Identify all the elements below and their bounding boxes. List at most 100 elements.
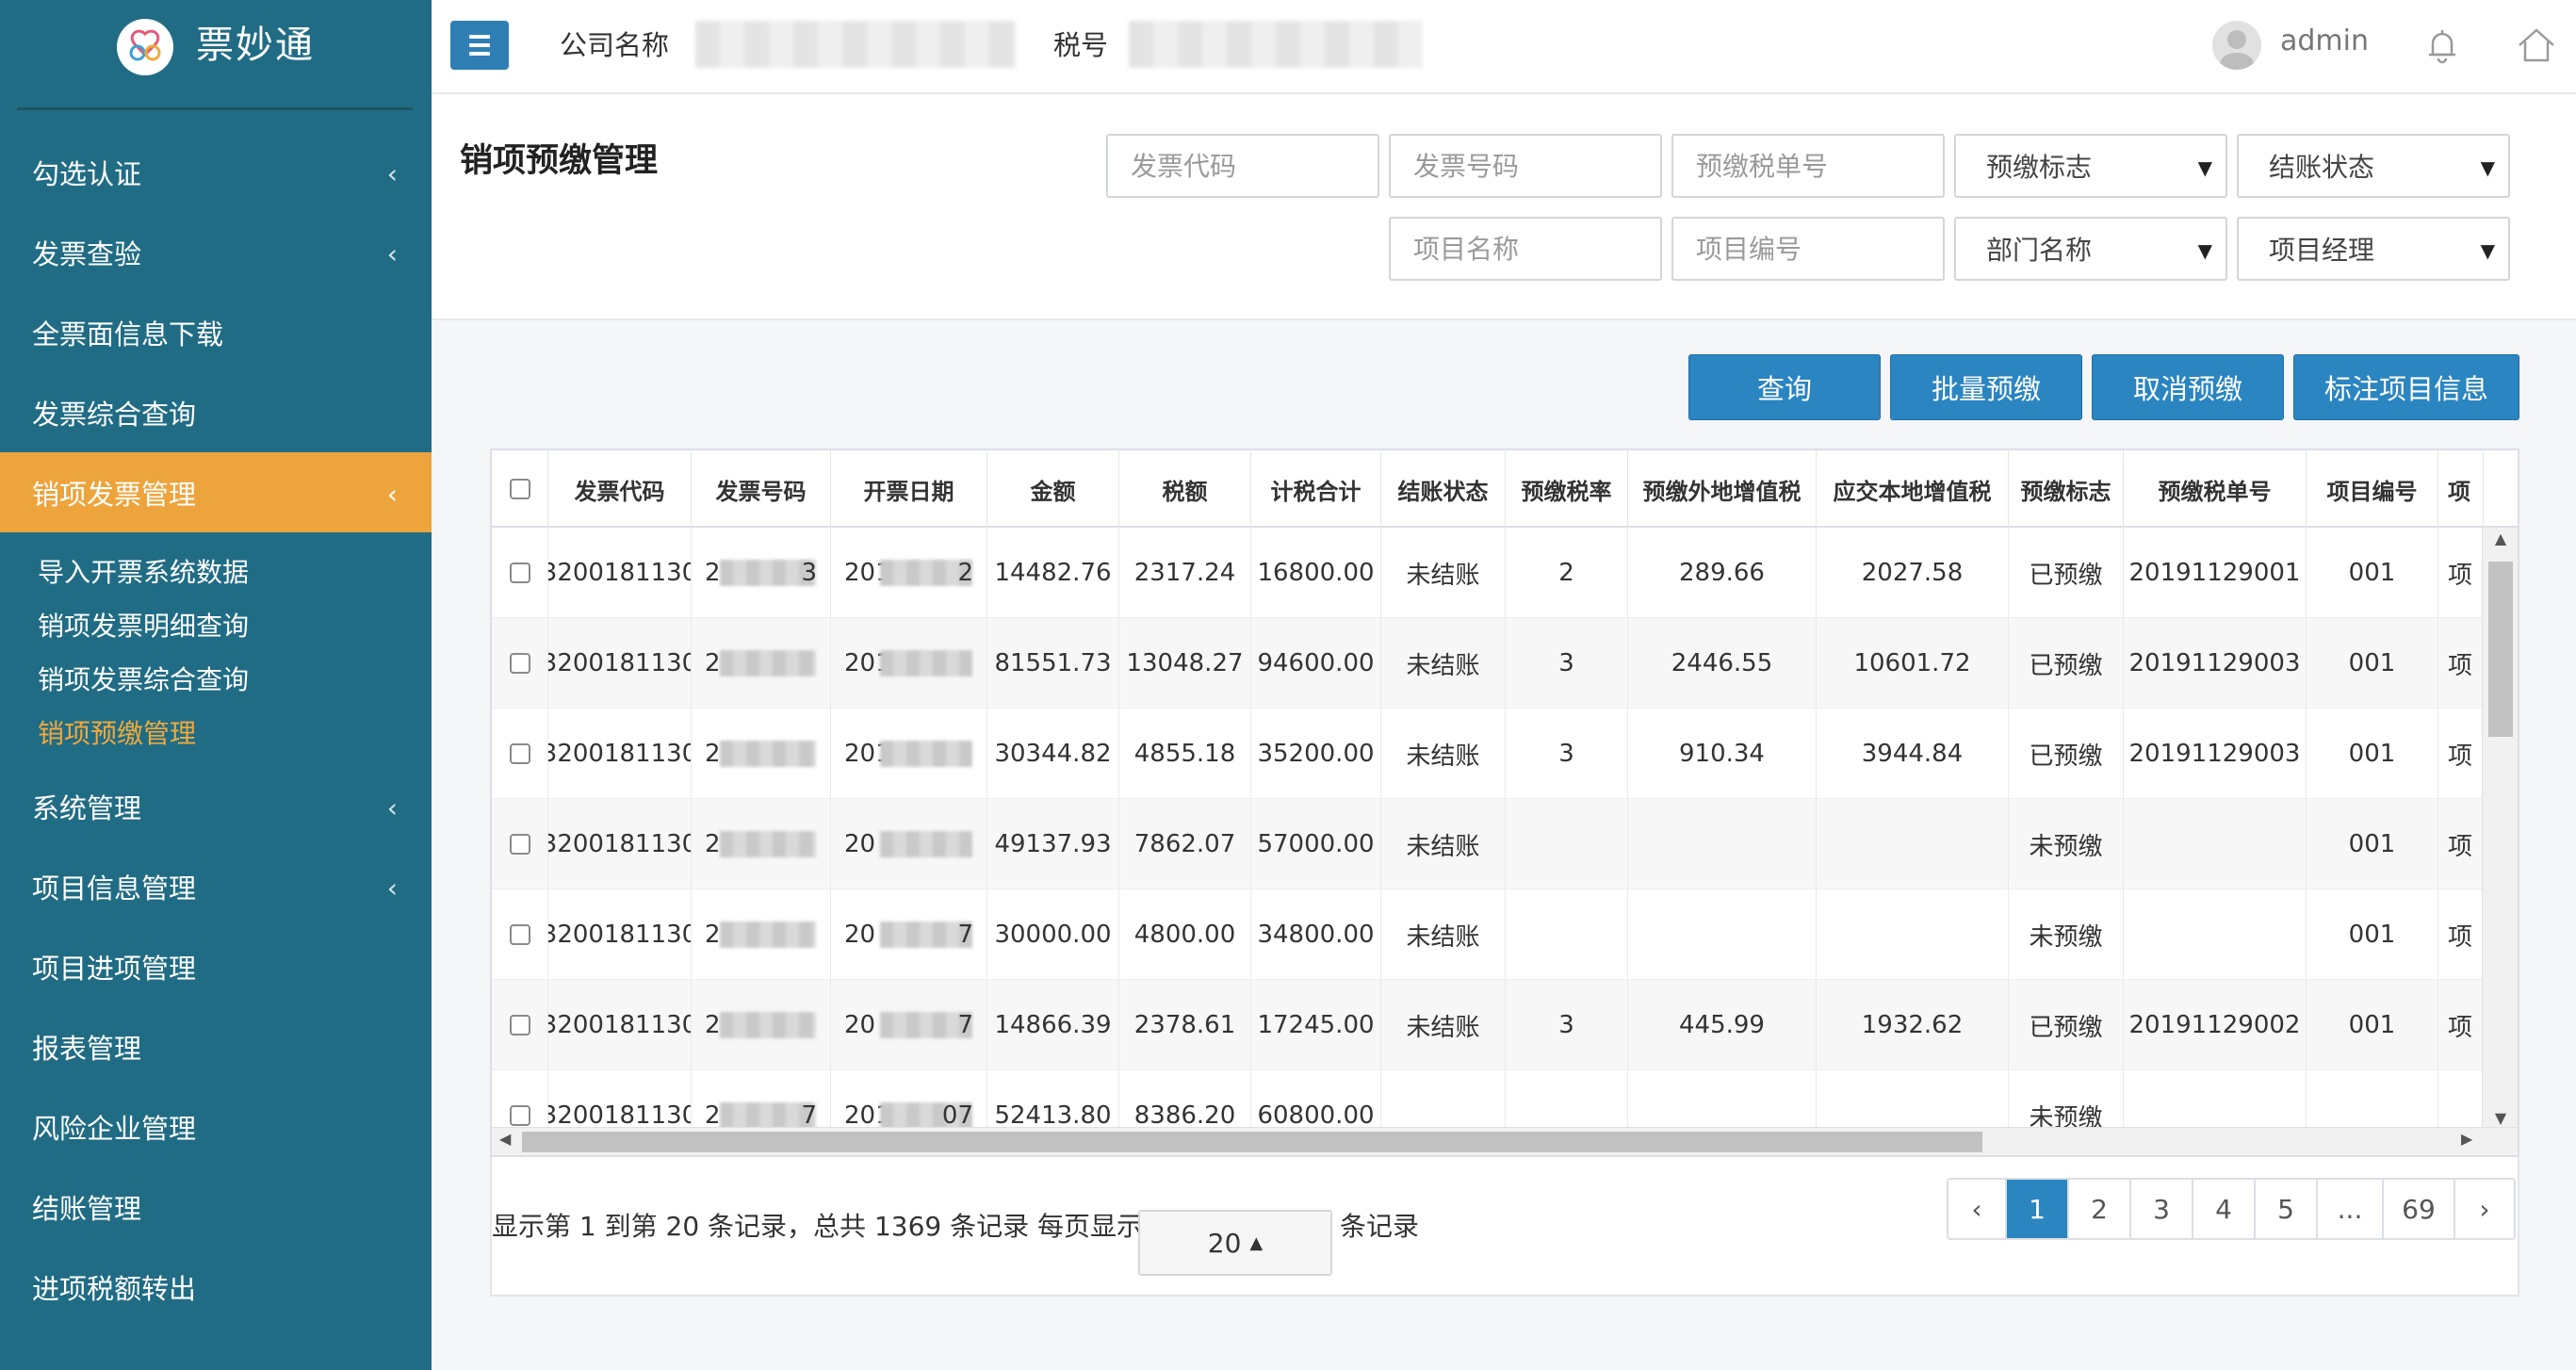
column-header[interactable]: 项目编号 (2307, 450, 2438, 528)
page-size-value: 20 (1207, 1227, 1242, 1259)
sidebar-item-tax-transfer[interactable]: 进项税额转出 (0, 1247, 432, 1327)
sidebar-item-settlement[interactable]: 结账管理 (0, 1166, 432, 1247)
cell-total: 60800.00 (1251, 1070, 1381, 1131)
invoice-code-input[interactable] (1106, 134, 1379, 198)
column-header[interactable]: 预缴税单号 (2124, 450, 2307, 528)
row-select-cell (492, 980, 548, 1070)
column-header[interactable]: 金额 (987, 450, 1119, 528)
page-button[interactable]: 1 (2007, 1180, 2069, 1238)
invoice-number-input[interactable] (1389, 134, 1662, 198)
scroll-right-icon[interactable]: ▶ (2461, 1130, 2472, 1148)
row-checkbox[interactable] (509, 1015, 530, 1036)
sidebar-item-reports[interactable]: 报表管理 (0, 1006, 432, 1086)
scroll-up-icon[interactable]: ▲ (2483, 530, 2518, 547)
sidebar-item-invoice-query[interactable]: 发票综合查询 (0, 372, 432, 452)
bell-icon[interactable] (2420, 23, 2465, 68)
column-header[interactable]: 发票代码 (548, 450, 692, 528)
cell-status: 未结账 (1381, 799, 1506, 889)
menu-toggle-button[interactable] (450, 21, 509, 70)
sidebar-item-system[interactable]: 系统管理 ‹ (0, 766, 432, 846)
page-button[interactable]: 2 (2069, 1180, 2131, 1238)
filter-panel: 销项预缴管理 预缴标志 ▼ 结账状态 ▼ 部门名称 ▼ 项目经理 ▼ (432, 94, 2576, 320)
redacted-value (720, 741, 816, 767)
cell-amount: 30000.00 (987, 889, 1119, 980)
project-code-input[interactable] (1671, 217, 1945, 281)
page-button[interactable]: 3 (2131, 1180, 2193, 1238)
cell-proj: 001 (2307, 618, 2438, 709)
sidebar-item-invoice-verify[interactable]: 发票查验 ‹ (0, 212, 432, 292)
project-name-input[interactable] (1389, 217, 1662, 281)
batch-prepay-button[interactable]: 批量预缴 (1890, 354, 2082, 420)
scroll-left-icon[interactable]: ◀ (499, 1130, 511, 1148)
row-checkbox[interactable] (509, 563, 530, 583)
column-header[interactable]: 开票日期 (831, 450, 987, 528)
data-table: 发票代码 发票号码 开票日期 金额 税额 计税合计 结账状态 预缴税率 预缴外地… (490, 449, 2519, 1157)
cell-status: 未结账 (1381, 889, 1506, 980)
submenu-item-summary-query[interactable]: 销项发票综合查询 (0, 651, 432, 705)
cell-text: 2 (705, 740, 721, 768)
sidebar-item-project-input[interactable]: 项目进项管理 (0, 926, 432, 1006)
submenu-item-prepay-manage[interactable]: 销项预缴管理 (0, 705, 432, 758)
sidebar-item-output-invoice[interactable]: 销项发票管理 ‹ (0, 452, 432, 532)
cell-out-vat: 2446.55 (1628, 618, 1817, 709)
column-header[interactable]: 预缴税率 (1506, 450, 1628, 528)
page-button[interactable]: 4 (2193, 1180, 2256, 1238)
page-size-select[interactable]: 20 ▲ (1138, 1210, 1332, 1276)
page-next-button[interactable]: › (2455, 1180, 2514, 1238)
column-header[interactable]: 结账状态 (1381, 450, 1506, 528)
cell-status: 未结账 (1381, 618, 1506, 709)
table-row[interactable]: 3200181130 2 7 201 07 52413.80 8386.20 60800.00… (492, 1070, 2484, 1131)
table-row[interactable]: 3200181130 2 201 30344.82 4855.18 35200.00 未结账… (492, 709, 2484, 799)
cell-text: 2 (705, 830, 721, 858)
sidebar-item-check-certify[interactable]: 勾选认证 ‹ (0, 132, 432, 212)
user-avatar[interactable] (2212, 21, 2261, 70)
select-all-checkbox[interactable] (509, 479, 530, 499)
table-row[interactable]: 3200181130 2 20 49137.93 7862.07 57000.00 未结账 未… (492, 799, 2484, 889)
submenu-item-import[interactable]: 导入开票系统数据 (0, 544, 432, 597)
table-row[interactable]: 3200181130 2 20 7 30000.00 4800.00 34800.00 未结账… (492, 889, 2484, 980)
prepay-number-input[interactable] (1671, 134, 1945, 198)
scrollbar-thumb[interactable] (2488, 562, 2513, 737)
row-checkbox[interactable] (509, 924, 530, 945)
scrollbar-thumb[interactable] (522, 1132, 1982, 1152)
row-checkbox[interactable] (509, 743, 530, 764)
department-select[interactable]: 部门名称 ▼ (1954, 217, 2227, 281)
cell-flag: 已预缴 (2009, 980, 2124, 1070)
page-button[interactable]: 69 (2384, 1180, 2455, 1238)
column-header[interactable]: 发票号码 (692, 450, 831, 528)
settle-status-select[interactable]: 结账状态 ▼ (2237, 134, 2510, 198)
table-row[interactable]: 3200181130 2 3 201 2 14482.76 2317.24 16800.00 未… (492, 528, 2484, 618)
project-manager-select[interactable]: 项目经理 ▼ (2237, 217, 2510, 281)
submenu-item-detail-query[interactable]: 销项发票明细查询 (0, 597, 432, 651)
row-checkbox[interactable] (509, 1105, 530, 1126)
page-button[interactable]: 5 (2256, 1180, 2318, 1238)
redacted-value (880, 741, 972, 767)
cancel-prepay-button[interactable]: 取消预缴 (2092, 354, 2284, 420)
column-header[interactable]: 应交本地增值税 (1817, 450, 2009, 528)
table-row[interactable]: 3200181130 2 201 81551.73 13048.27 94600.00 未结… (492, 618, 2484, 709)
username[interactable]: admin (2280, 24, 2369, 57)
table-row[interactable]: 3200181130 2 20 7 14866.39 2378.61 17245.00 未结账… (492, 980, 2484, 1070)
column-header[interactable]: 预缴外地增值税 (1628, 450, 1817, 528)
invoice-date-cell: 201 (831, 709, 987, 799)
sidebar-item-full-download[interactable]: 全票面信息下载 (0, 292, 432, 372)
sidebar-item-risk[interactable]: 风险企业管理 (0, 1086, 432, 1166)
vertical-scrollbar[interactable]: ▲ ▼ (2482, 528, 2518, 1129)
column-header[interactable]: 预缴标志 (2009, 450, 2124, 528)
column-header[interactable]: 税额 (1119, 450, 1251, 528)
column-header[interactable]: 项 (2438, 450, 2484, 528)
page-prev-button[interactable]: ‹ (1948, 1180, 2007, 1238)
caret-up-icon: ▲ (1249, 1232, 1264, 1253)
sidebar-item-project-info[interactable]: 项目信息管理 ‹ (0, 846, 432, 926)
mark-project-button[interactable]: 标注项目信息 (2293, 354, 2519, 420)
query-button[interactable]: 查询 (1688, 354, 1881, 420)
prepay-flag-select[interactable]: 预缴标志 ▼ (1954, 134, 2227, 198)
home-icon[interactable] (2514, 23, 2559, 68)
caret-down-icon: ▼ (2197, 156, 2212, 179)
row-checkbox[interactable] (509, 653, 530, 674)
cell-local-vat: 2027.58 (1817, 528, 2009, 618)
horizontal-scrollbar[interactable]: ◀ ▶ (492, 1127, 2518, 1155)
row-checkbox[interactable] (509, 834, 530, 855)
column-header[interactable]: 计税合计 (1251, 450, 1381, 528)
scroll-down-icon[interactable]: ▼ (2483, 1109, 2518, 1127)
